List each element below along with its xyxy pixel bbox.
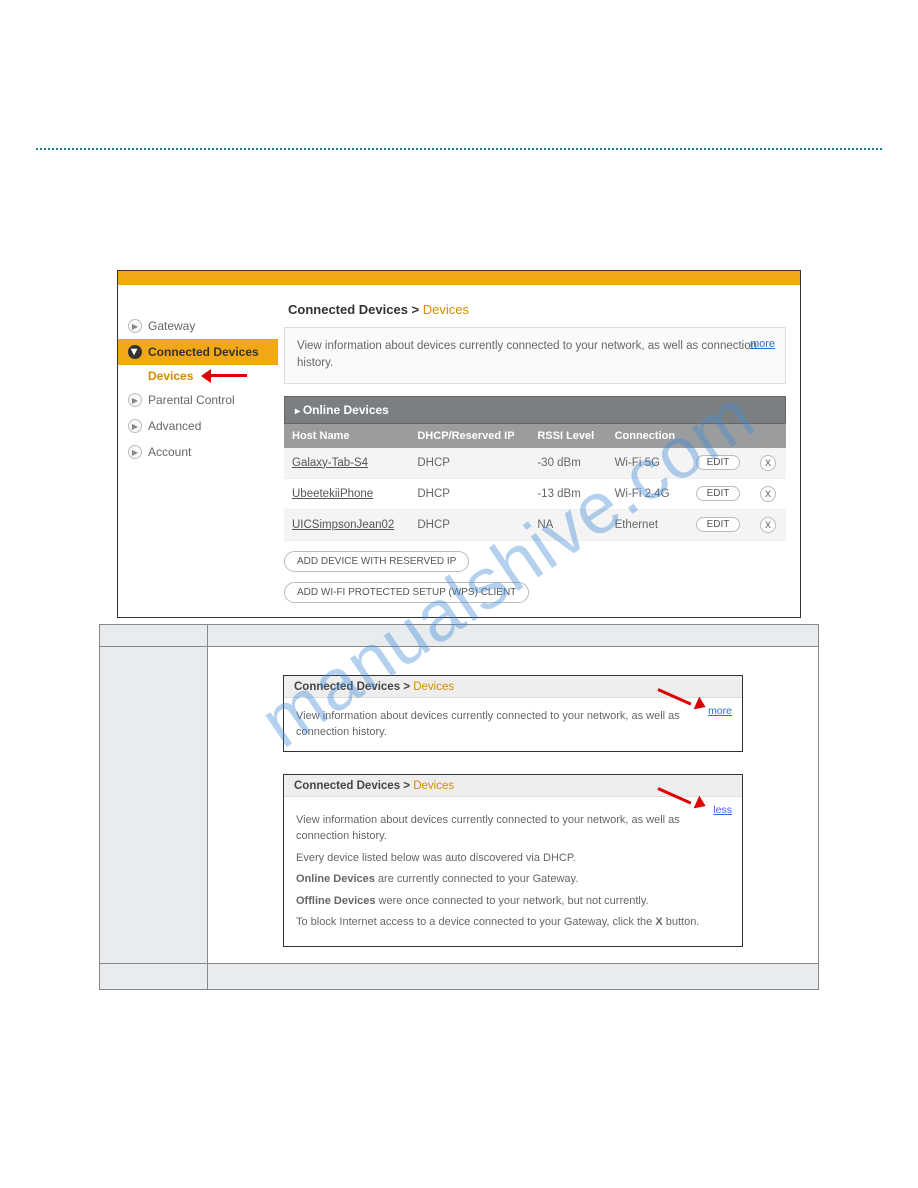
sidebar-item-label: Gateway xyxy=(148,319,195,333)
edit-button[interactable]: EDIT xyxy=(696,455,741,470)
sidebar-item-label: Advanced xyxy=(148,419,201,433)
cell-rssi: NA xyxy=(529,509,606,540)
chevron-right-icon: ▶ xyxy=(128,393,142,407)
router-admin-screenshot: ▶ Gateway ▶ Connected Devices Devices ▶ … xyxy=(117,270,801,618)
sidebar-subitem-devices[interactable]: Devices xyxy=(118,365,278,387)
red-arrow-icon xyxy=(658,787,704,817)
table-row: UbeetekiiPhone DHCP -13 dBm Wi-Fi 2.4G E… xyxy=(284,478,786,509)
sidebar-item-label: Account xyxy=(148,445,191,459)
more-link[interactable]: more xyxy=(750,336,775,353)
field-cell xyxy=(100,646,208,963)
mini-screenshot-more: Connected Devices > Devices more View in… xyxy=(283,675,743,752)
header-description xyxy=(208,624,819,646)
info-box: View information about devices currently… xyxy=(284,327,786,384)
bold-term: X xyxy=(655,916,662,928)
cell-rssi: -30 dBm xyxy=(529,448,606,479)
description-cell-2 xyxy=(208,963,819,989)
field-cell-2 xyxy=(100,963,208,989)
sidebar-item-parental-control[interactable]: ▶ Parental Control xyxy=(118,387,278,413)
sidebar-nav: ▶ Gateway ▶ Connected Devices Devices ▶ … xyxy=(118,285,278,617)
less-link[interactable]: less xyxy=(713,803,732,819)
cell-dhcp: DHCP xyxy=(409,448,529,479)
th-x xyxy=(752,424,786,448)
cell-conn: Wi-Fi 2.4G xyxy=(607,478,688,509)
host-link[interactable]: UbeetekiiPhone xyxy=(292,488,373,500)
breadcrumb-current: Devices xyxy=(423,302,469,317)
sidebar-item-gateway[interactable]: ▶ Gateway xyxy=(118,313,278,339)
th-edit xyxy=(688,424,752,448)
more-link[interactable]: more xyxy=(708,704,732,720)
sidebar-item-label: Connected Devices xyxy=(148,345,259,359)
chevron-right-icon: ▶ xyxy=(128,419,142,433)
add-wps-client-button[interactable]: ADD WI-FI PROTECTED SETUP (WPS) CLIENT xyxy=(284,582,529,603)
main-content: Connected Devices > Devices View informa… xyxy=(278,285,800,617)
chevron-right-icon: ▶ xyxy=(128,445,142,459)
sidebar-item-account[interactable]: ▶ Account xyxy=(118,439,278,465)
description-cell: Connected Devices > Devices more View in… xyxy=(208,646,819,963)
block-button[interactable]: X xyxy=(760,486,776,502)
table-header-row: Host Name DHCP/Reserved IP RSSI Level Co… xyxy=(284,424,786,448)
bold-term: Offline Devices xyxy=(296,895,375,907)
chevron-right-icon: ▶ xyxy=(128,319,142,333)
block-button[interactable]: X xyxy=(760,517,776,533)
add-reserved-ip-button[interactable]: ADD DEVICE WITH RESERVED IP xyxy=(284,551,469,572)
mini-crumb-cur: Devices xyxy=(413,681,454,693)
cell-rssi: -13 dBm xyxy=(529,478,606,509)
red-arrow-icon xyxy=(658,688,704,718)
bold-term: Online Devices xyxy=(296,873,375,885)
cell-dhcp: DHCP xyxy=(409,509,529,540)
mini-body: less View information about devices curr… xyxy=(284,797,742,946)
mini-crumb-root: Connected Devices xyxy=(294,681,400,693)
online-devices-panel-header[interactable]: Online Devices xyxy=(284,396,786,424)
online-devices-table: Host Name DHCP/Reserved IP RSSI Level Co… xyxy=(284,424,786,541)
section-divider xyxy=(36,148,882,150)
mini-line: Online Devices are currently connected t… xyxy=(296,871,730,888)
top-orange-bar xyxy=(118,271,800,285)
red-arrow-icon xyxy=(201,370,247,382)
sidebar-subitem-label: Devices xyxy=(148,369,193,383)
sidebar-item-label: Parental Control xyxy=(148,393,235,407)
cell-dhcp: DHCP xyxy=(409,478,529,509)
table-row: Galaxy-Tab-S4 DHCP -30 dBm Wi-Fi 5G EDIT… xyxy=(284,448,786,479)
mini-line: Every device listed below was auto disco… xyxy=(296,850,730,867)
chevron-down-icon: ▶ xyxy=(128,345,142,359)
th-rssi: RSSI Level xyxy=(529,424,606,448)
edit-button[interactable]: EDIT xyxy=(696,486,741,501)
header-field xyxy=(100,624,208,646)
mini-line: To block Internet access to a device con… xyxy=(296,914,730,931)
edit-button[interactable]: EDIT xyxy=(696,517,741,532)
breadcrumb: Connected Devices > Devices xyxy=(284,299,786,327)
block-button[interactable]: X xyxy=(760,455,776,471)
th-conn: Connection xyxy=(607,424,688,448)
mini-line: Offline Devices were once connected to y… xyxy=(296,893,730,910)
cell-conn: Ethernet xyxy=(607,509,688,540)
mini-crumb-root: Connected Devices xyxy=(294,780,400,792)
mini-text: View information about devices currently… xyxy=(296,710,680,739)
th-dhcp: DHCP/Reserved IP xyxy=(409,424,529,448)
mini-body: more View information about devices curr… xyxy=(284,698,742,751)
host-link[interactable]: UICSimpsonJean02 xyxy=(292,519,394,531)
field-description-table: Connected Devices > Devices more View in… xyxy=(99,624,819,990)
host-link[interactable]: Galaxy-Tab-S4 xyxy=(292,457,368,469)
sidebar-item-advanced[interactable]: ▶ Advanced xyxy=(118,413,278,439)
mini-screenshot-less: Connected Devices > Devices less View in… xyxy=(283,774,743,947)
breadcrumb-root: Connected Devices xyxy=(288,302,408,317)
th-host: Host Name xyxy=(284,424,409,448)
info-text: View information about devices currently… xyxy=(297,340,757,369)
cell-conn: Wi-Fi 5G xyxy=(607,448,688,479)
table-row: UICSimpsonJean02 DHCP NA Ethernet EDIT X xyxy=(284,509,786,540)
mini-crumb-cur: Devices xyxy=(413,780,454,792)
sidebar-item-connected-devices[interactable]: ▶ Connected Devices xyxy=(118,339,278,365)
